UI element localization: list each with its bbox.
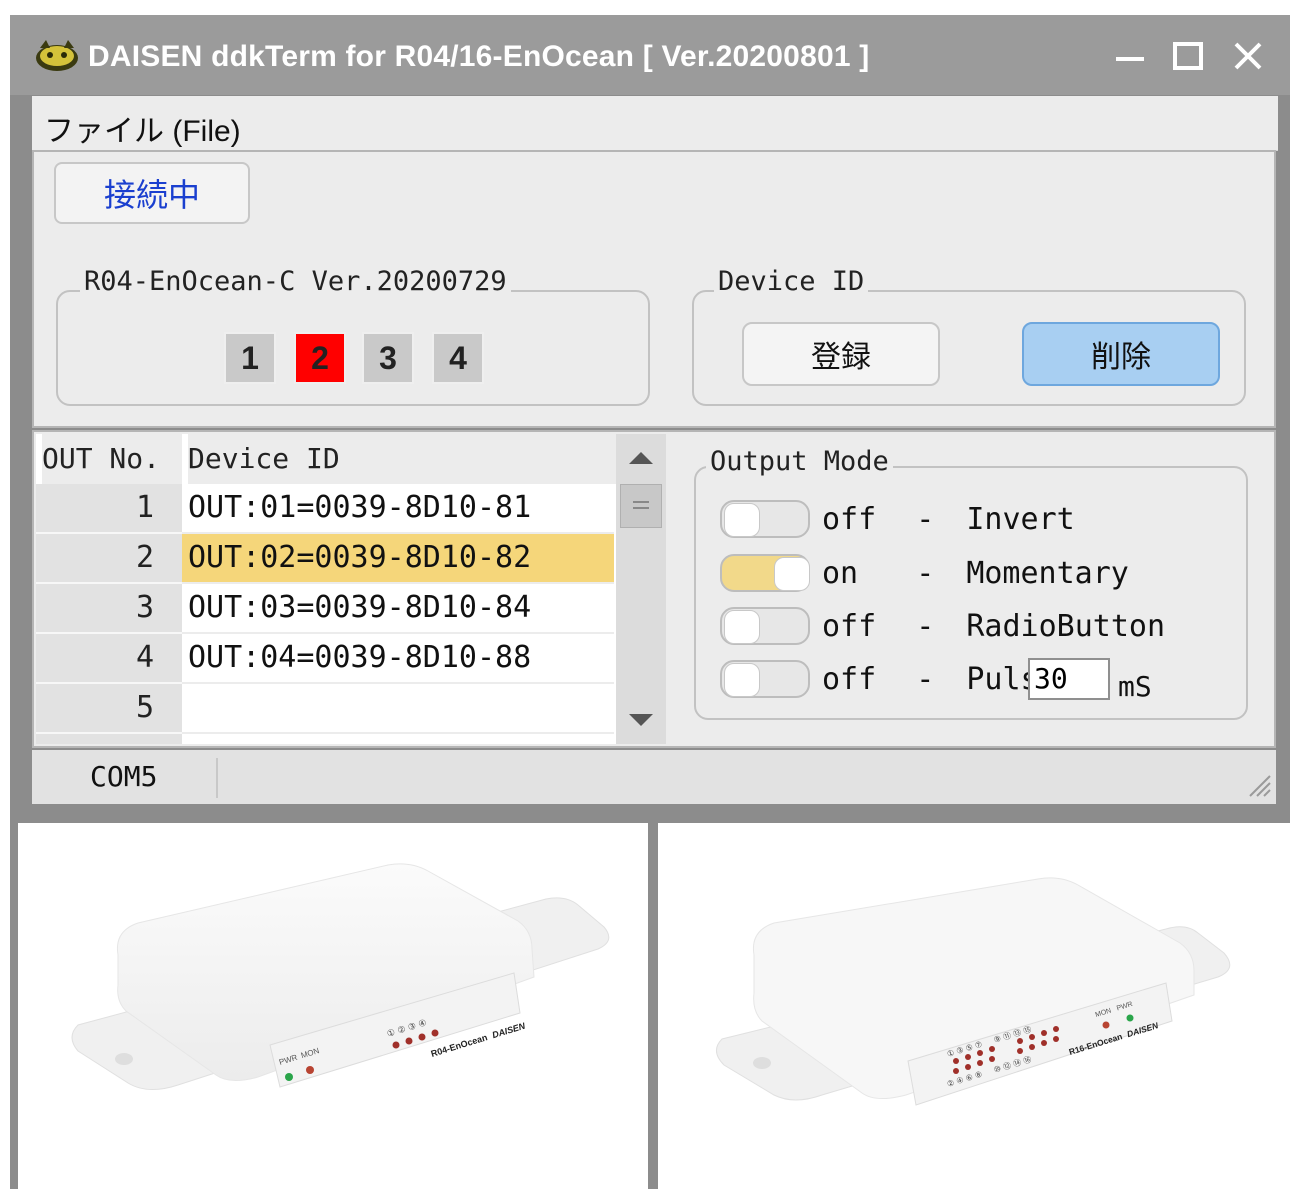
channel-button-2[interactable]: 2 (294, 332, 346, 384)
connect-button[interactable]: 接続中 (54, 162, 250, 224)
pulse-duration-input[interactable]: 30 (1028, 658, 1110, 700)
board-group (56, 290, 650, 406)
board-group-legend: R04-EnOcean-C Ver.20200729 (80, 266, 511, 297)
separator: - (916, 556, 935, 591)
row-number[interactable]: 2 (36, 534, 182, 584)
channel-button-3[interactable]: 3 (362, 332, 414, 384)
pulse-toggle[interactable] (720, 660, 810, 698)
resize-grip-icon[interactable] (1242, 768, 1272, 798)
radiobutton-toggle[interactable] (720, 607, 810, 645)
r04-enocean-device-image: PWR MON ① ② ③ ④ R04-EnOcean DAISEN (71, 863, 610, 1090)
pulse-state: off (822, 662, 877, 697)
frame-divider (10, 823, 18, 1189)
pulse-mode-label: off - Pulse (822, 662, 1057, 697)
r16-enocean-device-image: ① ③ ⑤ ⑦ ⑨ ⑪ ⑬ ⑮ ② ④ ⑥ ⑧ ⑩ ⑫ ⑭ ⑯ MON PWR … (716, 877, 1231, 1106)
status-bar: COM5 (32, 750, 1276, 804)
grip-icon (633, 501, 649, 509)
minimize-icon[interactable] (1104, 28, 1156, 84)
radiobutton-mode-label: off - RadioButton (822, 609, 1165, 644)
radiobutton-name: RadioButton (966, 609, 1166, 644)
table-cell-device-selected[interactable]: OUT:02=0039-8D10-82 (182, 534, 614, 584)
output-mode-legend: Output Mode (706, 446, 893, 477)
device-table: OUT No. Device ID 1 OUT:01=0039-8D10-81 … (36, 434, 616, 744)
momentary-mode-label: on - Momentary (822, 556, 1129, 591)
table-cell-device[interactable] (182, 684, 614, 734)
app-logo-icon (36, 40, 78, 71)
table-cell-device[interactable] (182, 734, 614, 744)
table-cell-device[interactable]: OUT:01=0039-8D10-81 (182, 484, 614, 534)
radiobutton-state: off (822, 609, 877, 644)
row-number[interactable]: 5 (36, 684, 182, 734)
momentary-name: Momentary (966, 556, 1129, 591)
pulse-unit-label: mS (1118, 670, 1152, 703)
status-divider (216, 758, 218, 798)
toggle-knob (724, 610, 760, 644)
separator: - (916, 502, 935, 537)
menu-bar: ファイル (File) (32, 96, 1278, 151)
window-title: DAISEN ddkTerm for R04/16-EnOcean [ Ver.… (88, 40, 870, 73)
scroll-up-icon[interactable] (616, 434, 666, 484)
invert-mode-label: off - Invert (822, 502, 1075, 537)
row-number[interactable]: 1 (36, 484, 182, 534)
channel-button-4[interactable]: 4 (432, 332, 484, 384)
momentary-state: on (822, 556, 859, 591)
delete-button[interactable]: 削除 (1022, 322, 1220, 386)
scroll-down-icon[interactable] (616, 698, 666, 744)
channel-button-1[interactable]: 1 (224, 332, 276, 384)
close-icon[interactable] (1222, 28, 1274, 84)
r04-brand-label: DAISEN (491, 1021, 527, 1041)
row-number[interactable] (36, 734, 182, 744)
toggle-knob (724, 503, 760, 537)
maximize-icon[interactable] (1162, 28, 1214, 84)
table-cell-device[interactable]: OUT:03=0039-8D10-84 (182, 584, 614, 634)
invert-toggle[interactable] (720, 500, 810, 538)
register-button[interactable]: 登録 (742, 322, 940, 386)
frame-divider (648, 823, 658, 1189)
invert-state: off (822, 502, 877, 537)
status-port: COM5 (90, 760, 158, 793)
column-header-device-id[interactable]: Device ID (188, 434, 616, 484)
invert-name: Invert (966, 502, 1075, 537)
momentary-toggle[interactable] (720, 554, 810, 592)
separator: - (916, 609, 935, 644)
device-id-legend: Device ID (714, 266, 869, 297)
separator: - (916, 662, 935, 697)
toggle-knob (724, 663, 760, 697)
row-number[interactable]: 4 (36, 634, 182, 684)
scrollbar-thumb[interactable] (620, 484, 662, 528)
row-number[interactable]: 3 (36, 584, 182, 634)
menu-file[interactable]: ファイル (File) (44, 106, 241, 150)
column-header-out-no[interactable]: OUT No. (42, 434, 182, 484)
toggle-knob (774, 557, 810, 591)
vertical-scrollbar[interactable] (616, 434, 666, 744)
table-cell-device[interactable]: OUT:04=0039-8D10-88 (182, 634, 614, 684)
